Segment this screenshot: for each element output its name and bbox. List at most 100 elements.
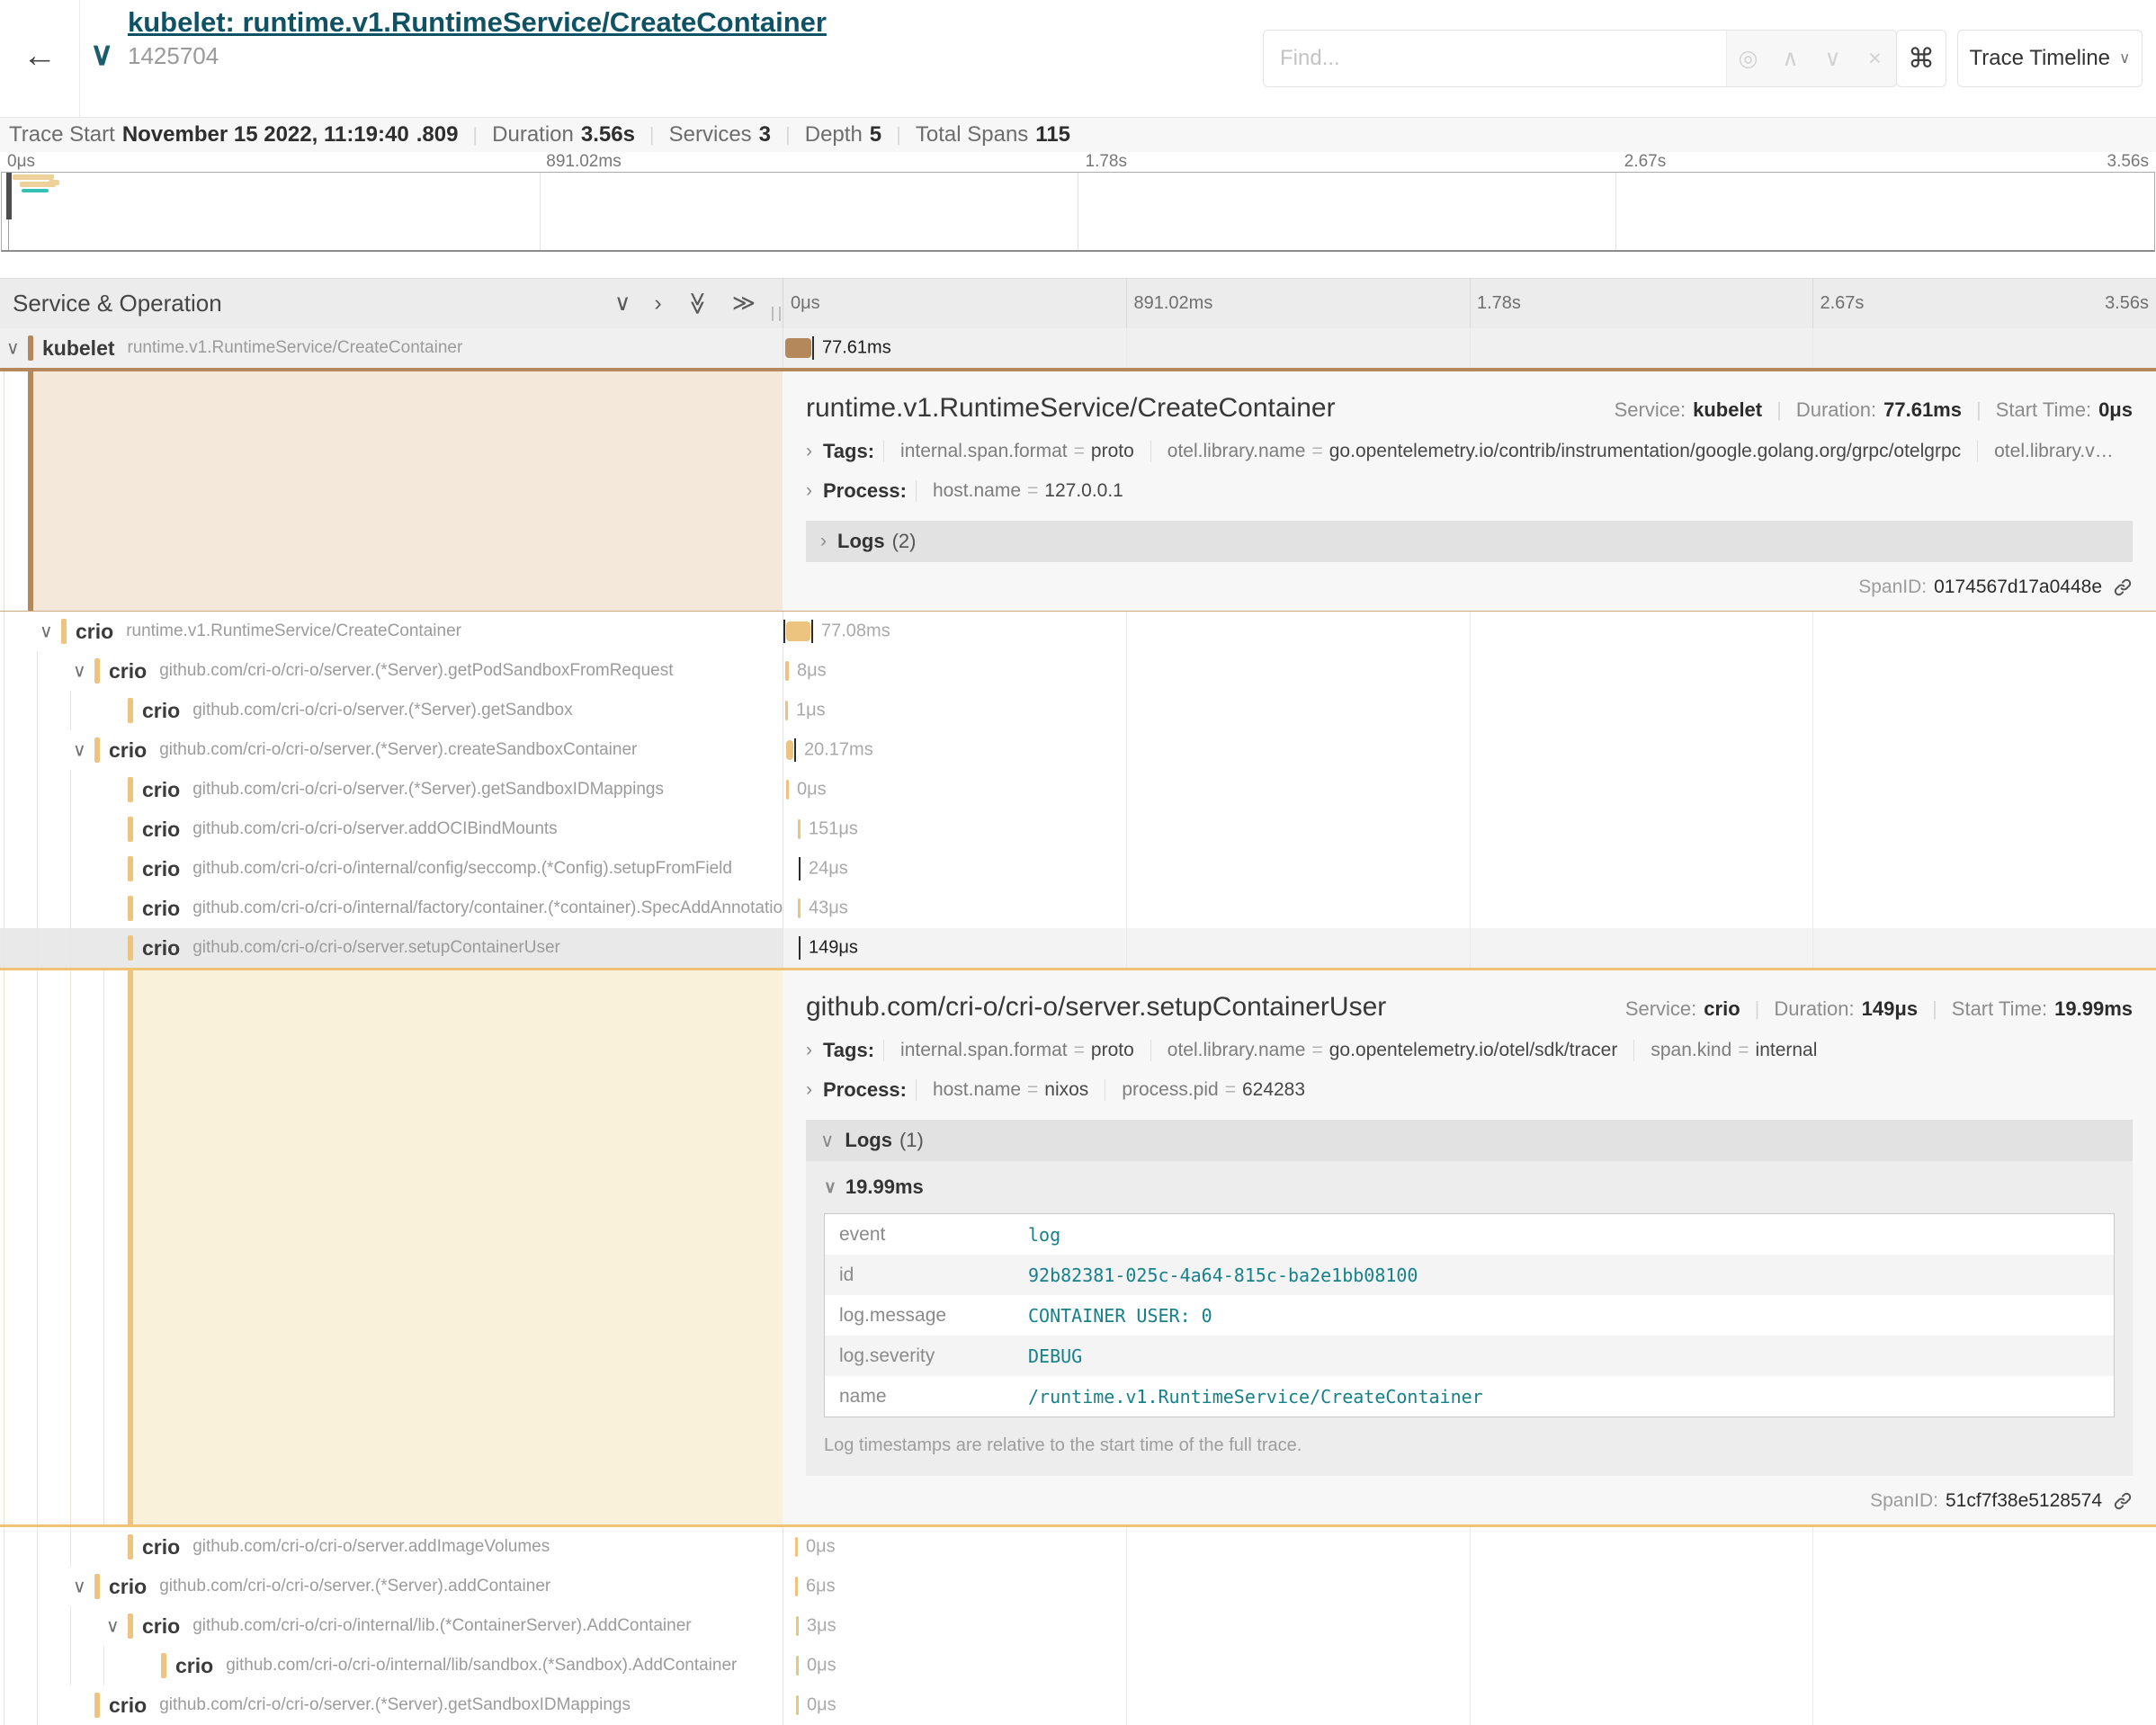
span-duration-bar[interactable] [796,1616,799,1636]
span-duration-bar[interactable] [785,661,789,681]
span-name-wrap: criogithub.com/cri-o/cri-o/server.setupC… [142,928,560,968]
span-duration-bar[interactable] [798,819,801,839]
kv-pair: internal.span.format=proto [883,441,1150,462]
span-timeline-cell[interactable]: 0μs [783,770,2156,809]
span-row[interactable]: crio github.com/cri-o/cri-o/server.addOCI… [0,809,2156,849]
row-collapse-icon[interactable]: ∨ [6,337,20,360]
span-row[interactable]: ∨criogithub.com/cri-o/cri-o/server.(*Ser… [0,651,2156,691]
collapse-one-icon[interactable]: ∨ [614,292,631,315]
service-operation-header: Service & Operation [13,290,222,317]
trace-title-link[interactable]: kubelet: runtime.v1.RuntimeService/Creat… [128,5,827,39]
span-timeline-cell[interactable]: 43μs [783,889,2156,928]
locate-span-icon[interactable]: ◎ [1731,45,1767,72]
span-duration-bar[interactable] [796,1656,799,1676]
spanid-row: SpanID:51cf7f38e5128574 [806,1490,2133,1512]
deep-link-icon[interactable] [2113,1491,2133,1511]
span-row[interactable]: ∨criogithub.com/cri-o/cri-o/server.(*Ser… [0,1567,2156,1606]
detail-service-label: Service: [1625,997,1696,1021]
span-row[interactable]: ∨criogithub.com/cri-o/cri-o/server.(*Ser… [0,730,2156,770]
log-field-row: name/runtime.v1.RuntimeService/CreateCon… [825,1376,2114,1417]
span-timeline-cell[interactable]: 149μs [783,928,2156,968]
span-row[interactable]: criogithub.com/cri-o/cri-o/server.addIma… [0,1527,2156,1567]
span-duration-bar[interactable] [786,740,793,760]
deep-link-icon[interactable] [2113,577,2133,597]
span-row[interactable]: criogithub.com/cri-o/cri-o/server.(*Serv… [0,1685,2156,1725]
span-timeline-cell[interactable]: 0μs [783,1685,2156,1725]
trace-summary-bar: Trace Start November 15 2022, 11:19:40.8… [0,117,2156,152]
row-collapse-icon[interactable]: ∨ [73,660,86,683]
span-timeline-cell[interactable]: 8μs [783,651,2156,691]
minimap-canvas[interactable] [1,172,2155,252]
logs-header[interactable]: ›Logs(2) [806,521,2133,562]
span-duration-bar[interactable] [795,1577,798,1596]
trace-header-collapse-icon[interactable]: ∨ [90,38,113,70]
service-name: crio [109,738,147,763]
span-duration-label: 43μs [809,898,848,919]
span-timeline-cell[interactable]: 24μs [783,849,2156,889]
row-collapse-icon[interactable]: ∨ [40,621,53,643]
span-color-bar [128,777,133,802]
logs-header[interactable]: ∨Logs(1) [806,1120,2133,1161]
row-collapse-icon[interactable]: ∨ [73,1576,86,1598]
collapse-all-icon[interactable]: ≫ [685,291,708,315]
span-row[interactable]: criogithub.com/cri-o/cri-o/internal/fact… [0,889,2156,928]
span-duration-bar[interactable] [785,701,788,720]
span-timeline-cell[interactable]: 77.61ms [783,328,2156,368]
span-row[interactable]: criogithub.com/cri-o/cri-o/server.(*Serv… [0,770,2156,809]
span-timeline-cell[interactable]: 6μs [783,1567,2156,1606]
depth-value: 5 [870,122,881,147]
back-button[interactable]: ← [14,27,65,85]
span-duration-bar[interactable] [786,621,810,641]
keyboard-shortcuts-button[interactable]: ⌘ [1896,30,1946,87]
detail-service-value: kubelet [1693,398,1762,422]
span-row[interactable]: ∨kubeletruntime.v1.RuntimeService/Create… [0,328,2156,368]
find-input[interactable] [1264,31,1726,86]
view-select-button[interactable]: Trace Timeline ∨ [1957,30,2143,87]
span-name-cell: criogithub.com/cri-o/cri-o/internal/lib/… [0,1646,783,1685]
minimap-scrubber-handle[interactable] [6,173,12,219]
span-duration-bar[interactable] [795,1537,798,1557]
span-timeline-cell[interactable]: 20.17ms [783,730,2156,770]
process-header[interactable]: ›Process:host.name=nixosprocess.pid=6242… [806,1078,2133,1102]
span-timeline-cell[interactable]: 0μs [783,1527,2156,1567]
process-header[interactable]: ›Process:host.name=127.0.0.1 [806,479,2133,503]
log-field-value: /runtime.v1.RuntimeService/CreateContain… [1028,1386,1483,1408]
span-detail-panel: runtime.v1.RuntimeService/CreateContaine… [0,368,2156,612]
span-timeline-cell[interactable]: 77.08ms [783,612,2156,651]
span-duration-label: 24μs [809,859,848,880]
span-timeline-cell[interactable]: 1μs [783,691,2156,730]
trace-titles: kubelet: runtime.v1.RuntimeService/Creat… [128,5,827,70]
span-row[interactable]: criogithub.com/cri-o/cri-o/server.(*Serv… [0,691,2156,730]
span-row[interactable]: ∨crioruntime.v1.RuntimeService/CreateCon… [0,612,2156,651]
time-tick: 1.78s [1086,152,1127,172]
header-divider [79,0,80,117]
span-row[interactable]: criogithub.com/cri-o/cri-o/internal/conf… [0,849,2156,889]
span-timeline-cell[interactable]: 0μs [783,1646,2156,1685]
column-resizer[interactable] [772,307,781,321]
find-clear-icon[interactable]: × [1857,46,1893,72]
service-name: crio [142,818,180,842]
expand-one-icon[interactable]: › [654,292,661,315]
tags-header[interactable]: ›Tags:internal.span.format=protootel.lib… [806,440,2133,463]
span-duration-bar[interactable] [786,780,789,800]
log-marker-tick [799,857,801,880]
row-collapse-icon[interactable]: ∨ [73,739,86,762]
span-duration-bar[interactable] [798,898,801,918]
operation-name: github.com/cri-o/cri-o/server.addOCIBind… [192,819,558,839]
expand-all-icon[interactable]: ≫ [732,292,756,315]
span-duration-bar[interactable] [785,338,811,358]
span-timeline-cell[interactable]: 3μs [783,1606,2156,1646]
log-entry-header[interactable]: ∨19.99ms [824,1175,2115,1199]
tags-header[interactable]: ›Tags:internal.span.format=protootel.lib… [806,1039,2133,1062]
span-row[interactable]: criogithub.com/cri-o/cri-o/internal/lib/… [0,1646,2156,1685]
timeline-header-left: Service & Operation ∨ › ≫ ≫ [0,279,783,328]
row-collapse-icon[interactable]: ∨ [106,1615,120,1638]
span-duration-bar[interactable] [796,1695,799,1715]
kv-value: proto [1091,441,1134,461]
tree-guide [37,1606,38,1646]
span-row[interactable]: ∨criogithub.com/cri-o/cri-o/internal/lib… [0,1606,2156,1646]
find-prev-icon[interactable]: ∧ [1773,45,1809,72]
find-next-icon[interactable]: ∨ [1815,45,1851,72]
span-row[interactable]: criogithub.com/cri-o/cri-o/server.setupC… [0,928,2156,968]
span-timeline-cell[interactable]: 151μs [783,809,2156,849]
